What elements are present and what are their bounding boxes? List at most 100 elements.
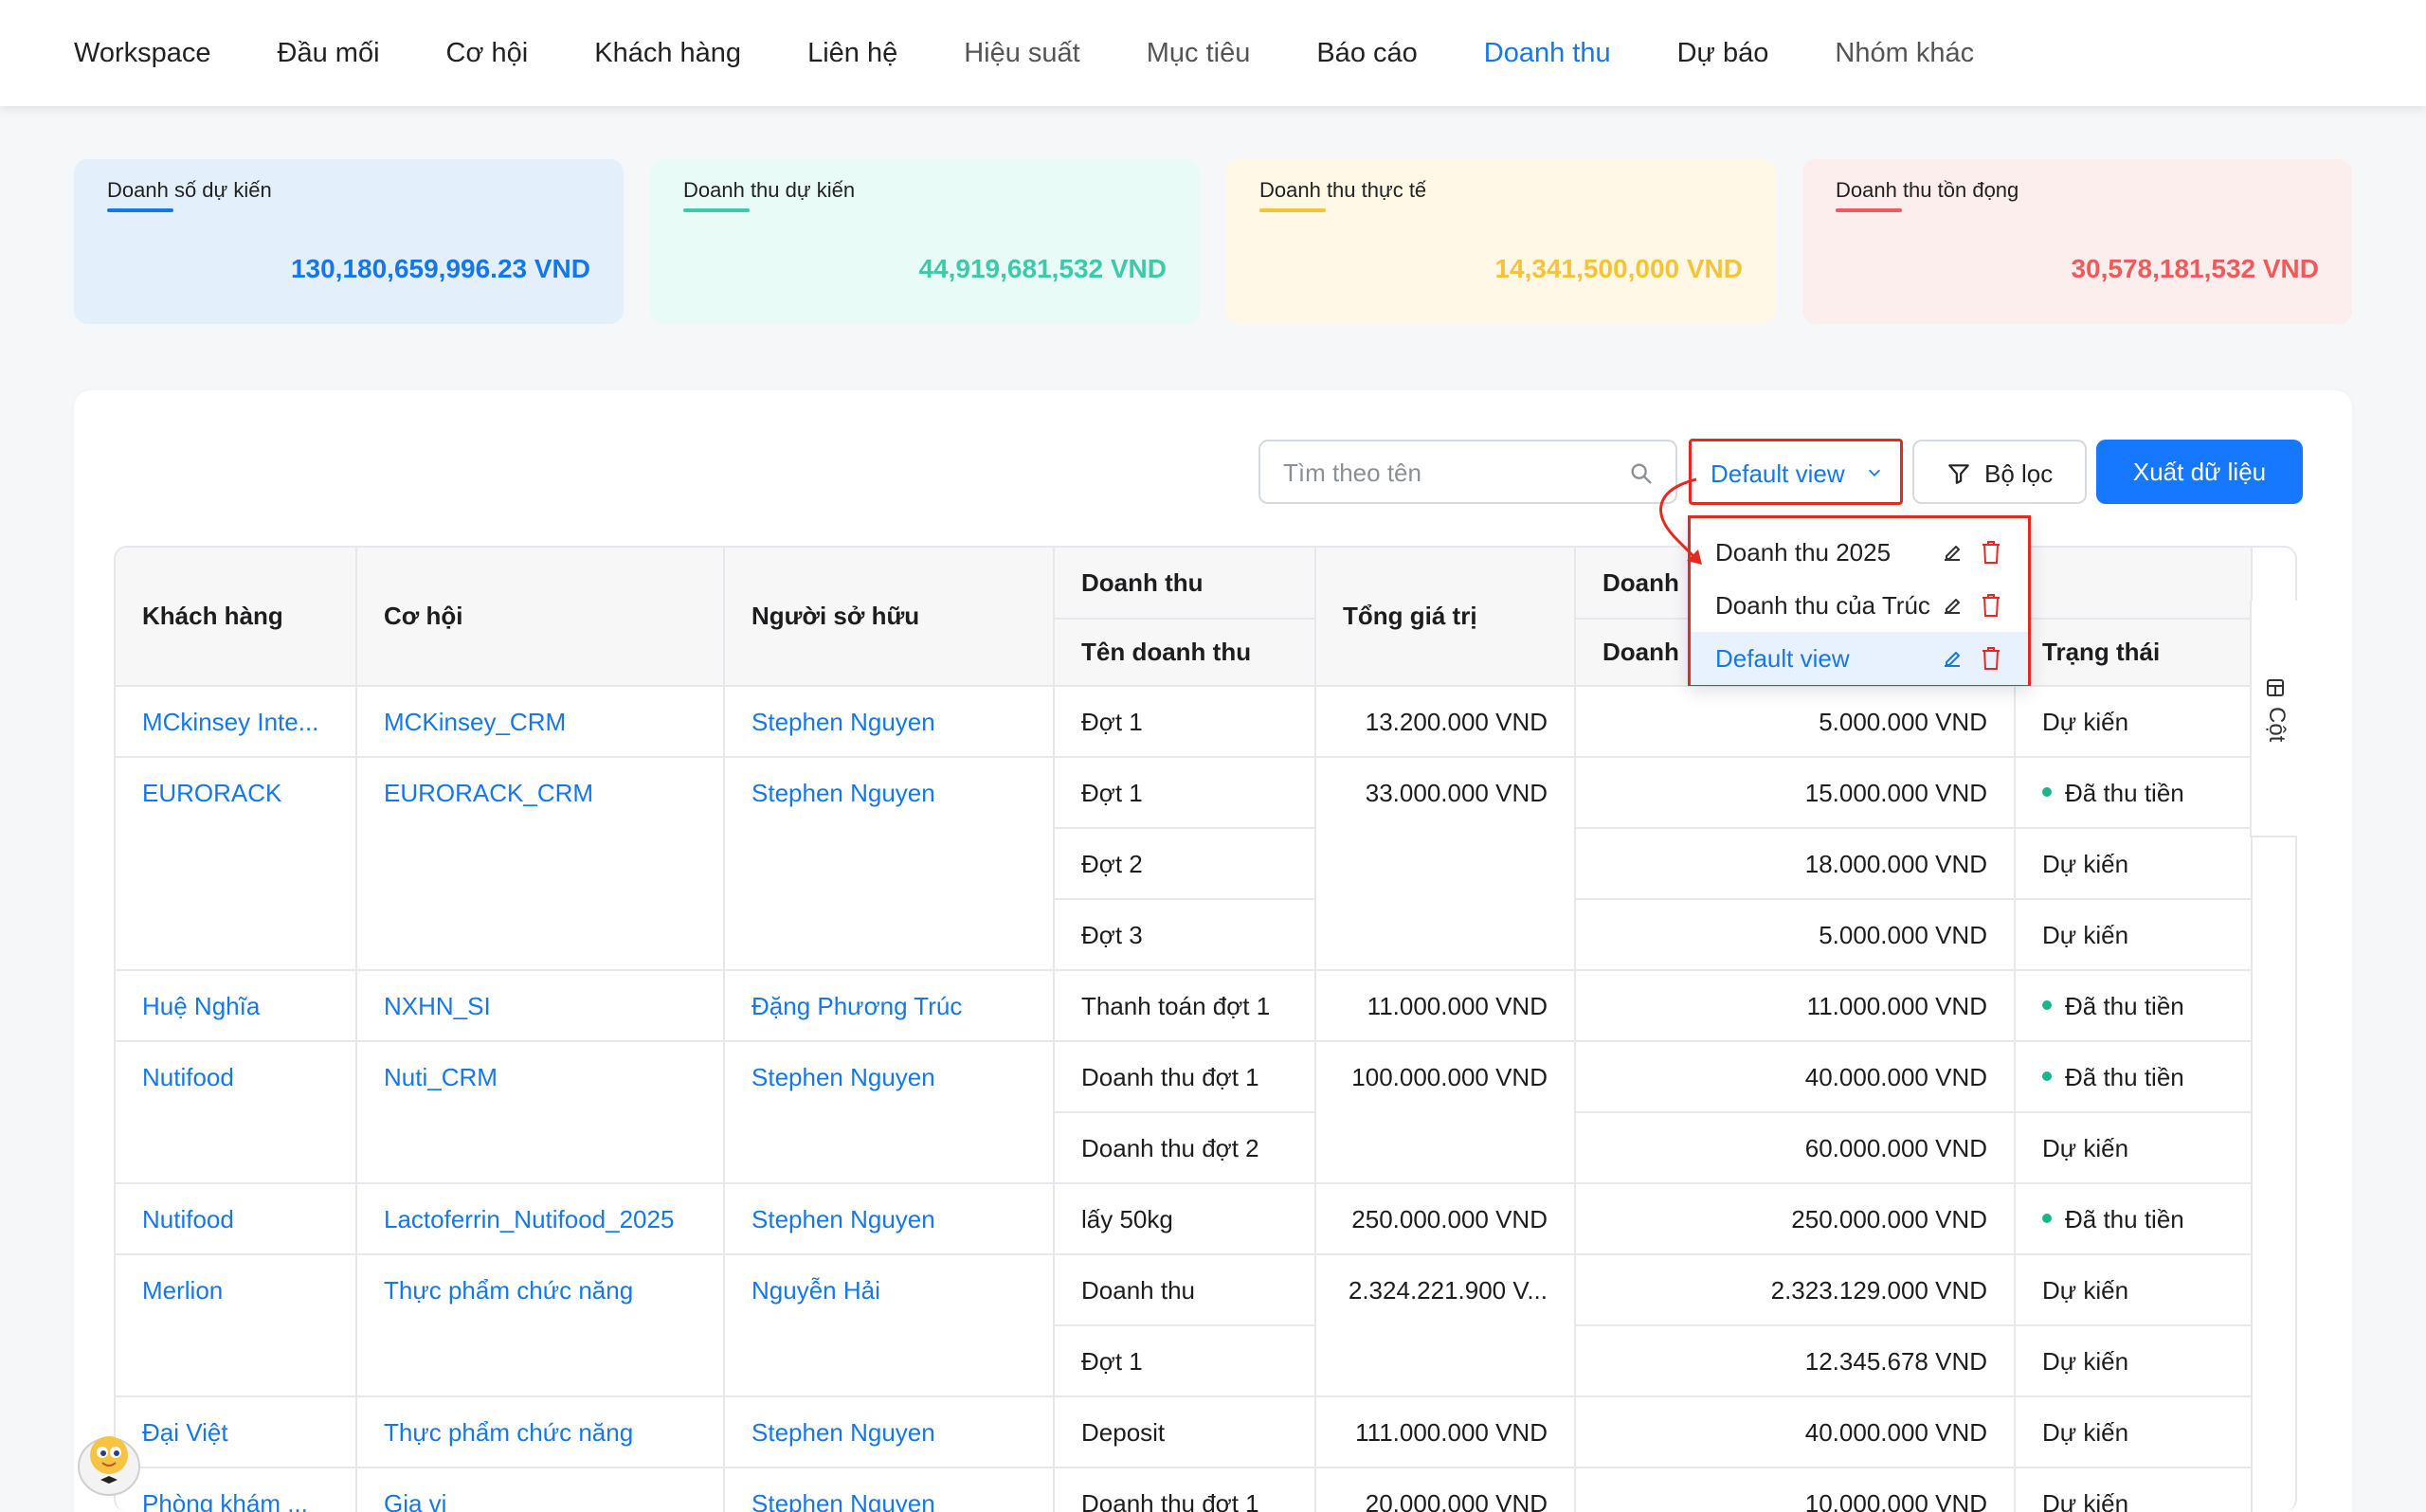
nav-item[interactable]: Đầu mối: [278, 38, 380, 69]
columns-toggle[interactable]: Cột: [2250, 601, 2297, 837]
nav-item[interactable]: Cơ hội: [446, 38, 529, 69]
view-option[interactable]: Doanh thu của Trúc: [1691, 579, 2028, 632]
revenue-name: Thanh toán đợt 1: [1054, 970, 1316, 1042]
revenue-amount: 60.000.000 VND: [1575, 1112, 2016, 1184]
opportunity-link[interactable]: Gia vị: [356, 1467, 725, 1512]
total-value: 33.000.000 VND: [1315, 757, 1576, 971]
customer-link[interactable]: Huệ Nghĩa: [116, 970, 357, 1042]
opportunity-link[interactable]: Thực phẩm chức năng: [356, 1396, 725, 1468]
header-customer[interactable]: Khách hàng: [116, 548, 357, 687]
stat-card-actual-revenue: Doanh thu thực tế 14,341,500,000 VND: [1226, 159, 1776, 324]
owner-link[interactable]: Nguyễn Hải: [724, 1254, 1055, 1397]
total-value: 250.000.000 VND: [1315, 1183, 1576, 1255]
revenue-amount: 40.000.000 VND: [1575, 1396, 2016, 1468]
revenue-amount: 5.000.000 VND: [1575, 899, 2016, 971]
status-cell: Đã thu tiền: [2015, 970, 2254, 1042]
opportunity-link[interactable]: Lactoferrin_Nutifood_2025: [356, 1183, 725, 1255]
stat-underline: [683, 208, 750, 212]
nav-item[interactable]: Liên hệ: [807, 38, 897, 69]
nav-item[interactable]: Doanh thu: [1484, 38, 1611, 69]
customer-link[interactable]: Phòng khám ...: [116, 1467, 357, 1512]
table-row[interactable]: Huệ Nghĩa NXHN_SI Đặng Phương Trúc Thanh to…: [116, 970, 2254, 1042]
opportunity-link[interactable]: Nuti_CRM: [356, 1041, 725, 1184]
status-cell: Dự kiến: [2015, 1467, 2254, 1512]
view-selector-label: Default view: [1711, 459, 1845, 488]
nav-item[interactable]: Hiệu suất: [964, 38, 1080, 69]
assistant-mascot-icon[interactable]: [68, 1421, 150, 1503]
status-cell: Dự kiến: [2015, 686, 2254, 758]
edit-icon[interactable]: [1941, 594, 1964, 617]
revenue-table: Khách hàng Cơ hội Người sở hữu Doanh thu…: [114, 546, 2297, 1512]
edit-icon[interactable]: [1941, 541, 1964, 564]
stat-card-projected-sales: Doanh số dự kiến 130,180,659,996.23 VND: [74, 159, 624, 324]
owner-link[interactable]: Đặng Phương Trúc: [724, 970, 1055, 1042]
revenue-name: Doanh thu đợt 1: [1054, 1041, 1316, 1113]
owner-link[interactable]: Stephen Nguyen: [724, 1183, 1055, 1255]
owner-link[interactable]: Stephen Nguyen: [724, 1041, 1055, 1184]
table-row[interactable]: Phòng khám ... Gia vị Stephen Nguyen Doanh …: [116, 1467, 2254, 1512]
edit-icon[interactable]: [1941, 647, 1964, 670]
filter-button[interactable]: Bộ lọc: [1912, 440, 2087, 504]
table-row[interactable]: Đại Việt Thực phẩm chức năng Stephen Nguye…: [116, 1396, 2254, 1468]
trash-icon[interactable]: [1981, 540, 2001, 565]
header-total-value[interactable]: Tổng giá trị: [1315, 548, 1576, 687]
total-value: 2.324.221.900 V...: [1315, 1254, 1576, 1397]
nav-item[interactable]: Dự báo: [1677, 38, 1769, 69]
filter-button-label: Bộ lọc: [1984, 459, 2054, 488]
header-opportunity[interactable]: Cơ hội: [356, 548, 725, 687]
header-status[interactable]: Trạng thái: [2015, 619, 2254, 687]
stat-value: 30,578,181,532 VND: [2071, 254, 2319, 283]
owner-link[interactable]: Stephen Nguyen: [724, 686, 1055, 758]
stat-underline: [1836, 208, 1902, 212]
search-input[interactable]: [1283, 455, 1624, 491]
view-option[interactable]: Default view: [1691, 632, 2028, 685]
columns-icon: [2267, 679, 2284, 696]
stat-label: Doanh thu tồn đọng: [1836, 178, 2019, 202]
status-text: Dự kiến: [2042, 850, 2129, 878]
nav-item[interactable]: Mục tiêu: [1147, 38, 1251, 69]
status-text: Dự kiến: [2042, 1276, 2129, 1305]
chevron-down-icon: [1868, 469, 1881, 477]
table-row[interactable]: Nutifood Lactoferrin_Nutifood_2025 Stephen…: [116, 1183, 2254, 1255]
nav-item[interactable]: Báo cáo: [1316, 38, 1417, 69]
opportunity-link[interactable]: Thực phẩm chức năng: [356, 1254, 725, 1397]
status-cell: Đã thu tiền: [2015, 757, 2254, 829]
view-option-label: Doanh thu của Trúc: [1715, 590, 1930, 620]
customer-link[interactable]: EURORACK: [116, 757, 357, 971]
opportunity-link[interactable]: NXHN_SI: [356, 970, 725, 1042]
table-row[interactable]: MCkinsey Inte... MCKinsey_CRM Stephen Nguy…: [116, 686, 2254, 758]
nav-item[interactable]: Workspace: [74, 38, 211, 69]
owner-link[interactable]: Stephen Nguyen: [724, 1467, 1055, 1512]
customer-link[interactable]: MCkinsey Inte...: [116, 686, 357, 758]
status-cell: Dự kiến: [2015, 1396, 2254, 1468]
owner-link[interactable]: Stephen Nguyen: [724, 1396, 1055, 1468]
header-revenue-name[interactable]: Tên doanh thu: [1054, 619, 1316, 687]
customer-link[interactable]: Đại Việt: [116, 1396, 357, 1468]
customer-link[interactable]: Nutifood: [116, 1183, 357, 1255]
total-value: 100.000.000 VND: [1315, 1041, 1576, 1184]
owner-link[interactable]: Stephen Nguyen: [724, 757, 1055, 971]
nav-item[interactable]: Nhóm khác: [1835, 38, 1974, 69]
status-cell: Dự kiến: [2015, 1112, 2254, 1184]
customer-link[interactable]: Merlion: [116, 1254, 357, 1397]
revenue-amount: 10.000.000 VND: [1575, 1467, 2016, 1512]
trash-icon[interactable]: [1981, 593, 2001, 618]
export-data-button[interactable]: Xuất dữ liệu: [2096, 440, 2303, 504]
revenue-amount: 5.000.000 VND: [1575, 686, 2016, 758]
opportunity-link[interactable]: MCKinsey_CRM: [356, 686, 725, 758]
view-option[interactable]: Doanh thu 2025: [1691, 526, 2028, 579]
nav-item[interactable]: Khách hàng: [594, 38, 741, 69]
header-owner[interactable]: Người sở hữu: [724, 548, 1055, 687]
revenue-name: Doanh thu đợt 2: [1054, 1112, 1316, 1184]
table-row[interactable]: Nutifood Nuti_CRM Stephen Nguyen Doanh thu …: [116, 1041, 2254, 1184]
status-text: Dự kiến: [2042, 921, 2129, 949]
customer-link[interactable]: Nutifood: [116, 1041, 357, 1184]
table-row[interactable]: Merlion Thực phẩm chức năng Nguyễn Hải Doan…: [116, 1254, 2254, 1397]
header-revenue-group: Doanh thu: [1054, 548, 1316, 620]
revenue-name: Đợt 1: [1054, 757, 1316, 829]
opportunity-link[interactable]: EURORACK_CRM: [356, 757, 725, 971]
table-row[interactable]: EURORACK EURORACK_CRM Stephen Nguyen Đợt 13…: [116, 757, 2254, 971]
revenue-name: Doanh thu đợt 1: [1054, 1467, 1316, 1512]
status-dot-icon: [2042, 787, 2052, 798]
trash-icon[interactable]: [1981, 646, 2001, 671]
